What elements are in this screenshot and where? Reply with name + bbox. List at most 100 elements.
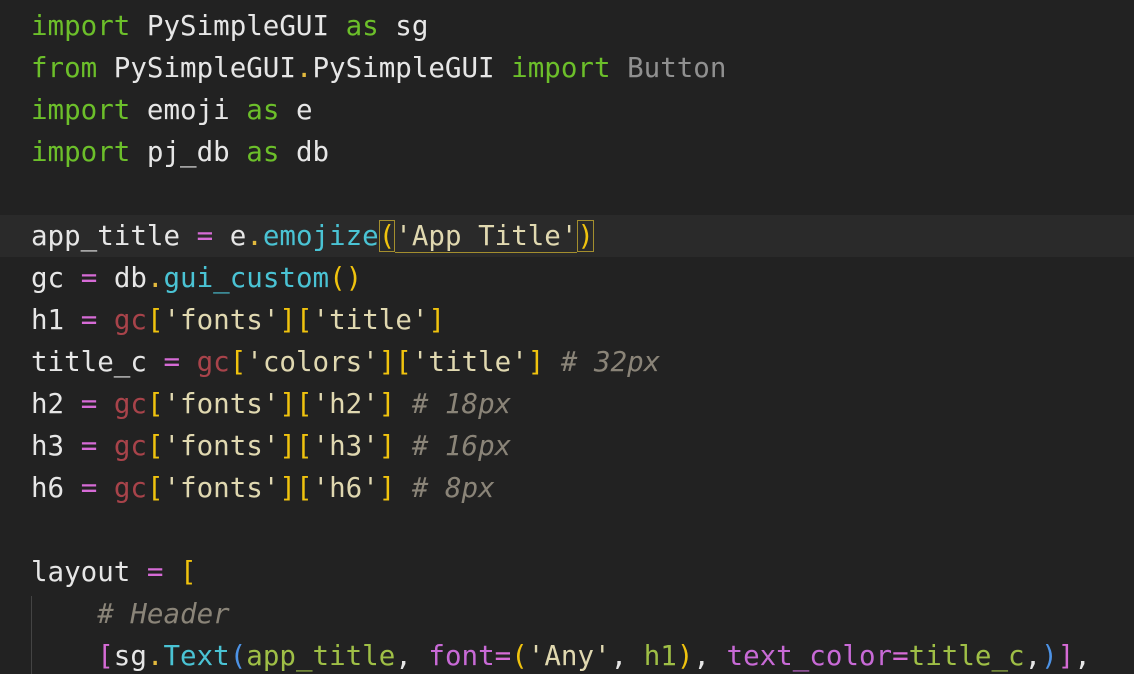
code-line[interactable]: title_c = gc['colors']['title'] # 32px [31, 341, 1134, 383]
code-line[interactable]: layout = [ [31, 551, 1134, 593]
object-name: gc [113, 304, 147, 336]
call-parens: () [329, 262, 363, 294]
package-name: PySimpleGUI [113, 52, 296, 84]
code-line[interactable]: [sg.Text(app_title, font=('Any', h1), te… [31, 635, 1134, 674]
code-area[interactable]: import PySimpleGUI as sg from PySimpleGU… [0, 5, 1134, 674]
code-line[interactable]: h3 = gc['fonts']['h3'] # 16px [31, 425, 1134, 467]
imported-name: Button [627, 52, 727, 84]
function-name: gui_custom [163, 262, 330, 294]
paren-close: ) [1041, 640, 1058, 672]
object-name: gc [113, 472, 147, 504]
assign-operator: = [80, 262, 98, 294]
variable-name: h2 [31, 388, 65, 420]
comma: , [693, 640, 727, 672]
keyword: import [31, 136, 131, 168]
code-editor[interactable]: import PySimpleGUI as sg from PySimpleGU… [0, 0, 1134, 674]
bracket-close: ] [428, 304, 445, 336]
alias-name: sg [395, 10, 429, 42]
paren-close: ) [676, 640, 694, 672]
keyword-argument: font [428, 640, 495, 672]
comma: , [1024, 640, 1042, 672]
matched-bracket-open: ( [378, 220, 396, 252]
code-line[interactable]: import emoji as e [31, 89, 1134, 131]
code-line[interactable]: # Header [31, 593, 1134, 635]
code-line[interactable]: h2 = gc['fonts']['h2'] # 18px [31, 383, 1134, 425]
assign-operator: = [80, 472, 98, 504]
module-name: emoji [146, 94, 230, 126]
blank-line[interactable] [31, 173, 1134, 215]
bracket-open: [ [180, 556, 197, 588]
code-line[interactable]: import pj_db as db [31, 131, 1134, 173]
assign-operator: = [80, 388, 98, 420]
code-line[interactable]: h1 = gc['fonts']['title'] [31, 299, 1134, 341]
argument: h1 [643, 640, 677, 672]
assign-operator: = [146, 556, 164, 588]
variable-name: app_title [31, 220, 181, 252]
dot-operator: . [146, 262, 164, 294]
variable-name: h3 [31, 430, 65, 462]
assign-operator: = [163, 346, 181, 378]
string-literal: 'colors' [246, 346, 379, 378]
object-name: gc [113, 388, 147, 420]
object-name: e [229, 220, 247, 252]
object-name: sg [113, 640, 147, 672]
bracket-close: ] [378, 430, 396, 462]
bracket-close: ] [378, 388, 396, 420]
comment: # 32px [560, 346, 661, 378]
string-literal: 'fonts' [163, 388, 280, 420]
keyword: import [31, 94, 131, 126]
comment: # 16px [411, 430, 512, 462]
bracket-close: ] [279, 430, 296, 462]
string-literal: 'title' [312, 304, 429, 336]
bracket-open: [ [295, 304, 313, 336]
function-name: emojize [262, 220, 379, 252]
bracket-close: ] [1057, 640, 1075, 672]
comment: # 18px [411, 388, 512, 420]
assign-operator: = [196, 220, 214, 252]
module-name: PySimpleGUI [146, 10, 330, 42]
bracket-open: [ [146, 430, 164, 462]
bracket-open: [ [146, 388, 164, 420]
bracket-open: [ [146, 472, 164, 504]
module-name: pj_db [146, 136, 230, 168]
variable-name: gc [31, 262, 65, 294]
keyword-argument: text_color [726, 640, 893, 672]
function-name: Text [163, 640, 230, 672]
bracket-open: [ [295, 430, 313, 462]
assign-operator: = [892, 640, 909, 672]
string-literal: 'h6' [312, 472, 379, 504]
matched-bracket-close: ) [577, 220, 594, 252]
module-name: PySimpleGUI [312, 52, 495, 84]
variable-name: title_c [31, 346, 147, 378]
bracket-open: [ [97, 640, 114, 672]
paren-open: ( [511, 640, 528, 672]
variable-name: h6 [31, 472, 65, 504]
comma: , [395, 640, 429, 672]
alias-name: db [295, 136, 330, 168]
keyword: from [31, 52, 98, 84]
blank-line[interactable] [31, 509, 1134, 551]
variable-name: layout [31, 556, 131, 588]
keyword: as [246, 136, 280, 168]
bracket-close: ] [279, 388, 296, 420]
keyword: as [345, 10, 379, 42]
string-literal: 'fonts' [163, 430, 280, 462]
comment: # Header [97, 598, 230, 630]
code-line[interactable]: h6 = gc['fonts']['h6'] # 8px [31, 467, 1134, 509]
code-line[interactable]: from PySimpleGUI.PySimpleGUI import Butt… [31, 47, 1134, 89]
code-line[interactable]: gc = db.gui_custom() [31, 257, 1134, 299]
object-name: gc [113, 430, 147, 462]
dot-operator: . [146, 640, 164, 672]
assign-operator: = [80, 304, 98, 336]
bracket-close: ] [279, 472, 296, 504]
bracket-close: ] [279, 304, 296, 336]
current-code-line[interactable]: app_title = e.emojize('App Title') [0, 215, 1134, 257]
paren-open: ( [229, 640, 247, 672]
comment: # 8px [411, 472, 495, 504]
code-line[interactable]: import PySimpleGUI as sg [31, 5, 1134, 47]
bracket-close: ] [378, 346, 396, 378]
string-literal: 'fonts' [163, 472, 280, 504]
bracket-open: [ [146, 304, 164, 336]
assign-operator: = [80, 430, 98, 462]
